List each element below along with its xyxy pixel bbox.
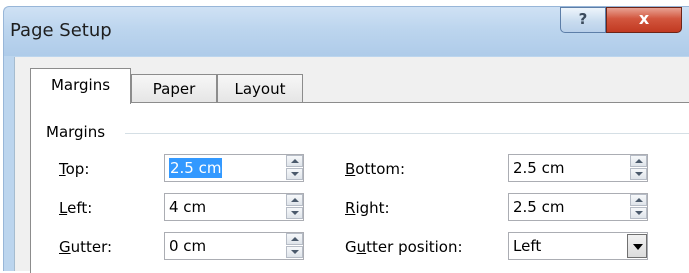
dialog-body: Margins Paper Layout Margins Top: 2.5 cm… [14, 57, 689, 273]
gutter-position-label: Gutter position: [345, 238, 463, 256]
spin-down-icon[interactable] [286, 246, 303, 258]
spin-up-icon[interactable] [630, 155, 647, 167]
tab-layout[interactable]: Layout [217, 74, 303, 104]
spin-up-icon[interactable] [630, 194, 647, 206]
close-button[interactable]: x [606, 7, 682, 33]
bottom-label-text: ottom: [355, 160, 406, 178]
gutter-input[interactable]: 0 cm [164, 232, 304, 260]
bottom-label: Bottom: [345, 160, 406, 178]
gutter-value: 0 cm [169, 237, 207, 255]
left-margin-input[interactable]: 4 cm [164, 193, 304, 221]
gutter-position-value: Left [513, 237, 542, 255]
left-label-text: eft: [67, 199, 93, 217]
left-margin-value: 4 cm [169, 198, 207, 216]
spin-up-icon[interactable] [286, 233, 303, 245]
group-divider [125, 133, 689, 134]
window-frame: Margins Paper Layout Margins Top: 2.5 cm… [3, 56, 689, 273]
right-label-text: ight: [355, 199, 390, 217]
spin-down-icon[interactable] [286, 168, 303, 180]
right-margin-spinner[interactable] [629, 194, 649, 220]
spin-down-icon[interactable] [630, 207, 647, 219]
gutter-position-label-text: Gutter position: [345, 238, 463, 256]
right-margin-value: 2.5 cm [513, 198, 565, 216]
top-margin-input[interactable]: 2.5 cm [164, 154, 304, 182]
title-bar: Page Setup ? x [3, 6, 689, 57]
top-label: Top: [59, 160, 90, 178]
left-label: Left: [59, 199, 93, 217]
gutter-label: Gutter: [59, 238, 113, 256]
chevron-down-icon[interactable] [627, 234, 647, 258]
spin-down-icon[interactable] [286, 207, 303, 219]
spin-up-icon[interactable] [286, 155, 303, 167]
right-margin-input[interactable]: 2.5 cm [508, 193, 648, 221]
window-title: Page Setup [10, 20, 112, 41]
spin-up-icon[interactable] [286, 194, 303, 206]
left-margin-spinner[interactable] [285, 194, 305, 220]
top-margin-value: 2.5 cm [169, 158, 223, 178]
top-margin-spinner[interactable] [285, 155, 305, 181]
help-button[interactable]: ? [560, 7, 606, 33]
spin-down-icon[interactable] [630, 168, 647, 180]
tab-paper[interactable]: Paper [131, 74, 217, 104]
right-label: Right: [345, 199, 390, 217]
top-label-text: op: [65, 160, 90, 178]
margins-group-title: Margins [46, 123, 106, 141]
gutter-label-text: utter: [70, 238, 113, 256]
gutter-spinner[interactable] [285, 233, 305, 259]
bottom-margin-value: 2.5 cm [513, 159, 565, 177]
bottom-margin-input[interactable]: 2.5 cm [508, 154, 648, 182]
tab-margins[interactable]: Margins [30, 68, 131, 104]
bottom-margin-spinner[interactable] [629, 155, 649, 181]
